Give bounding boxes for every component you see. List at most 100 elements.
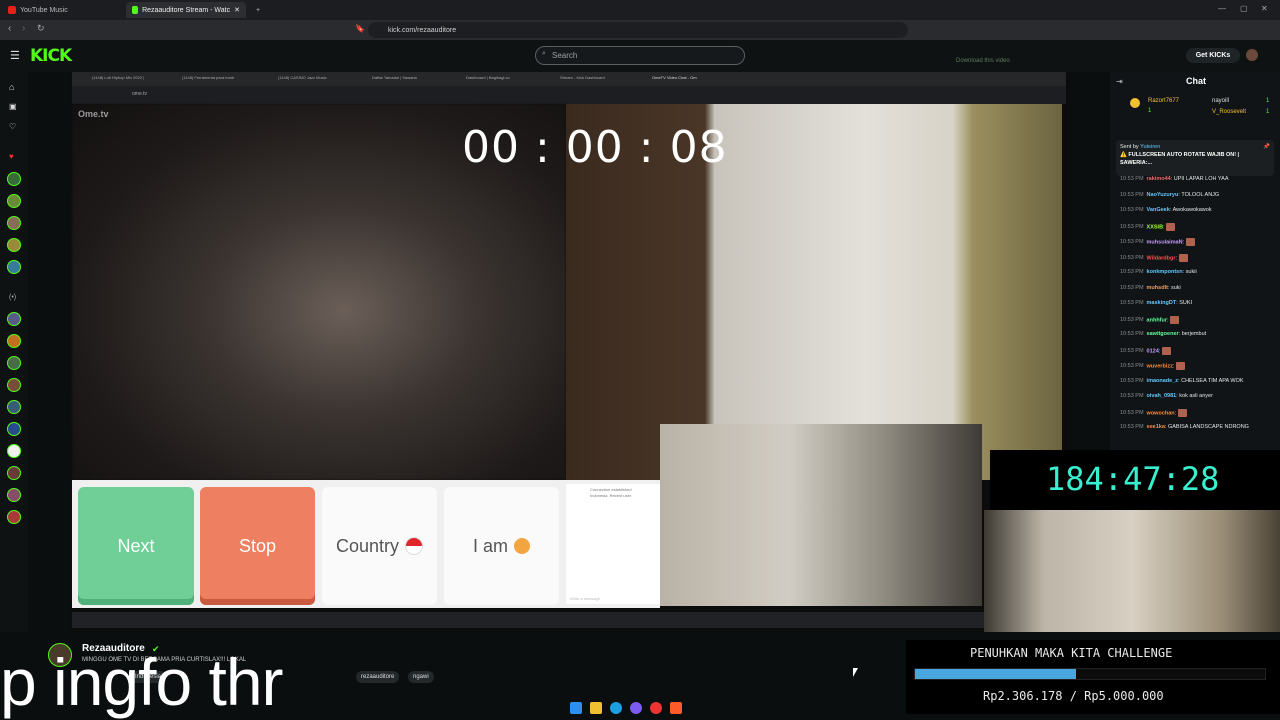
recommended-channel-avatar[interactable] [7, 488, 21, 502]
message-user[interactable]: Wildardbgr [1147, 255, 1176, 261]
challenge-amount: Rp2.306.178 / Rp5.000.000 [983, 689, 1164, 703]
captured-url-bar: ome.tv [72, 86, 1066, 104]
tab-kick-stream[interactable]: Rezaauditore Stream - Watc ✕ [126, 2, 246, 18]
followed-channel-avatar[interactable] [7, 172, 21, 186]
pinned-user[interactable]: Yuteiren [1140, 144, 1160, 150]
tag-ngawi[interactable]: ngawi [408, 671, 434, 683]
back-icon[interactable]: ‹ [8, 23, 11, 34]
message-user[interactable]: wowochan [1147, 410, 1175, 416]
challenge-progress-fill [915, 669, 1077, 679]
crown-icon [1130, 98, 1140, 108]
chat-message: 10:53 PM NaoYuzuryu: TOLOOL ANJG [1120, 192, 1219, 198]
download-video-hint[interactable]: Download this video [956, 58, 1010, 64]
chat-message: 10:53 PM Wildardbgr: [1120, 253, 1188, 262]
url-input[interactable]: kick.com/rezaauditore [368, 22, 908, 38]
followed-channel-avatar[interactable] [7, 260, 21, 274]
recommended-channel-avatar[interactable] [7, 466, 21, 480]
recommended-channel-avatar[interactable] [7, 510, 21, 524]
followed-channel-avatar[interactable] [7, 216, 21, 230]
message-user[interactable]: oivah_0981 [1147, 393, 1177, 399]
top-gifter-count: 1 [1148, 108, 1152, 114]
emote-icon [1178, 253, 1188, 262]
recommended-channel-avatar[interactable] [7, 334, 21, 348]
message-time: 10:53 PM [1120, 424, 1144, 430]
message-user[interactable]: muhsulaimaN [1147, 239, 1183, 245]
message-time: 10:53 PM [1120, 254, 1144, 261]
kick-logo[interactable]: KICK [30, 46, 72, 66]
message-user[interactable]: anhhfur [1147, 317, 1167, 323]
maximize-icon[interactable]: ▢ [1240, 4, 1248, 13]
discord-icon[interactable] [630, 702, 642, 714]
search-icon: ⌕ [542, 50, 546, 57]
get-kicks-button[interactable]: Get KICKs [1186, 48, 1240, 63]
message-user[interactable]: sawitgoener [1147, 331, 1179, 337]
brave-icon[interactable] [670, 702, 682, 714]
user-avatar[interactable] [1246, 49, 1258, 61]
recommended-channel-avatar[interactable] [7, 356, 21, 370]
browse-icon[interactable]: ▣ [9, 102, 17, 111]
message-time: 10:53 PM [1120, 393, 1144, 399]
search-placeholder: Search [552, 51, 578, 60]
message-user[interactable]: NaoYuzuryu [1147, 192, 1179, 198]
edge-icon[interactable] [610, 702, 622, 714]
recommended-channel-avatar[interactable] [7, 400, 21, 414]
followed-channel-avatar[interactable] [7, 238, 21, 252]
gifter-name[interactable]: V_Roosevelt [1212, 109, 1246, 115]
tab-youtube-music[interactable]: YouTube Music [2, 2, 120, 18]
session-timer: 00 : 00 : 08 [462, 122, 728, 173]
message-time: 10:53 PM [1120, 377, 1144, 384]
chat-message: 10:53 PM anhhfur: [1120, 315, 1180, 324]
followed-channel-avatar[interactable] [7, 194, 21, 208]
captured-tab: (1148) Ferramenta para tomb [182, 75, 235, 80]
recommended-channel-avatar[interactable] [7, 312, 21, 326]
close-window-icon[interactable]: ✕ [1261, 4, 1268, 13]
message-user[interactable]: muhsdlt [1147, 285, 1168, 291]
message-time: 10:53 PM [1120, 239, 1144, 246]
message-time: 10:53 PM [1120, 331, 1144, 337]
windows-start-icon[interactable] [570, 702, 582, 714]
minimize-icon[interactable]: — [1218, 4, 1226, 13]
gifter-name[interactable]: nayoill [1212, 98, 1229, 104]
message-user[interactable]: wuverbizz [1147, 363, 1173, 369]
message-text: berjembut [1181, 331, 1207, 337]
message-user[interactable]: imaonade_z [1147, 378, 1178, 384]
chat-message: 10:53 PM see1ka: GABISA LANDSCAPE NDRONG [1120, 424, 1249, 430]
ometv-logo: Ome.tv [78, 109, 109, 119]
chat-message: 10:53 PM konkmpontsn: sukii [1120, 269, 1197, 275]
recommended-channel-avatar[interactable] [7, 378, 21, 392]
menu-icon[interactable]: ☰ [10, 49, 20, 62]
home-icon[interactable]: ⌂ [9, 82, 14, 92]
new-tab-button[interactable]: + [250, 2, 264, 18]
message-text: Awokawokawok [1172, 207, 1212, 213]
message-user[interactable]: 0124 [1147, 348, 1159, 354]
message-user[interactable]: XXSIB [1147, 224, 1164, 230]
bookmark-icon[interactable]: 🔖 [355, 24, 365, 33]
emote-icon [1161, 346, 1171, 355]
youtube-music-icon [8, 6, 16, 14]
chat-message: 10:53 PM wuverbizz: [1120, 362, 1185, 370]
message-user[interactable]: konkmpontsn [1147, 269, 1183, 275]
close-tab-icon[interactable]: ✕ [234, 6, 240, 14]
message-time: 10:53 PM [1120, 223, 1144, 230]
collapse-chat-icon[interactable]: ⇥ [1116, 77, 1123, 86]
reload-icon[interactable]: ↻ [37, 23, 45, 34]
boy-emoji-icon [514, 538, 530, 554]
file-explorer-icon[interactable] [590, 702, 602, 714]
captured-tab: Stream - Kick Dashboard [560, 75, 605, 80]
message-user[interactable]: rakimo44 [1147, 176, 1171, 182]
tag-rezaauditore[interactable]: rezaauditore [356, 671, 400, 683]
chat-message: 10:53 PM imaonade_z: CHELSEA TIM APA WOK [1120, 378, 1244, 384]
chrome-icon[interactable] [650, 702, 662, 714]
message-user[interactable]: see1ka [1147, 424, 1165, 430]
captured-windows-taskbar [72, 612, 1066, 628]
message-user[interactable]: VanGeek [1147, 207, 1170, 213]
pin-icon[interactable]: 📌 [1263, 143, 1270, 151]
search-input[interactable]: ⌕ Search [535, 46, 745, 65]
recommended-channel-avatar[interactable] [7, 422, 21, 436]
recommended-channel-avatar[interactable] [7, 444, 21, 458]
following-icon[interactable]: ♡ [9, 122, 16, 131]
top-gifter-name[interactable]: Razort7677 [1148, 98, 1179, 104]
message-time: 10:53 PM [1120, 363, 1144, 370]
forward-icon[interactable]: › [22, 23, 25, 34]
message-user[interactable]: maskingDT [1147, 300, 1177, 306]
